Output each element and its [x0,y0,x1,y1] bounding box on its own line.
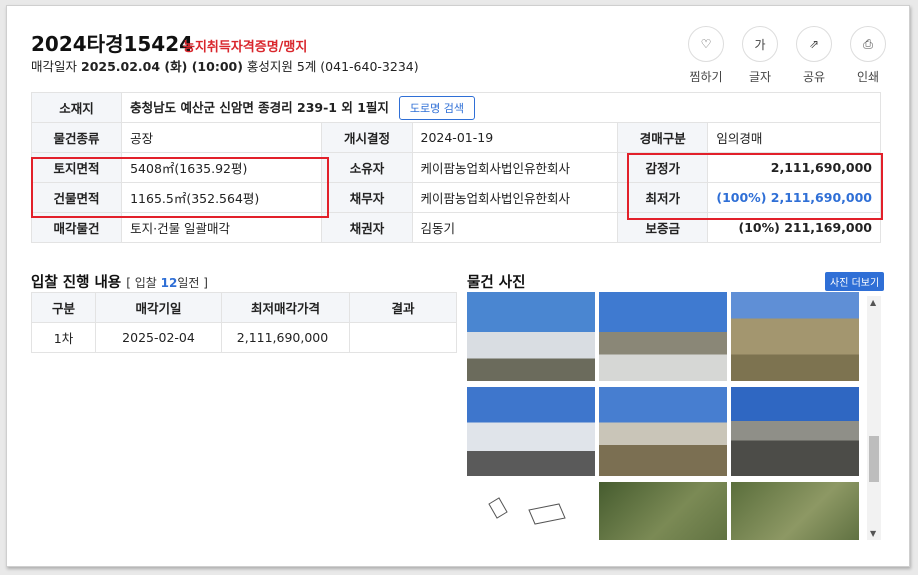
creditor-value: 김동기 [411,212,619,243]
sale-date: 2025.02.04 (화) (10:00) [81,59,243,74]
min-price-cell: 2,111,690,000 [221,322,350,353]
scrollbar-thumb[interactable] [869,436,879,482]
print-label: 인쇄 [856,70,880,84]
bidding-days: [ 입찰 12일전 ] [126,276,208,290]
owner-label: 소유자 [321,152,413,183]
table-row: 소재지 충청남도 예산군 신암면 종경리 239-1 외 1필지 도로명 검색 [30,92,881,123]
col-sale-date: 매각기일 [95,292,222,323]
open-date-value: 2024-01-19 [411,122,619,153]
court-info: 홍성지원 5계 (041-640-3234) [246,59,419,74]
heart-icon: ♡ [688,26,724,62]
location-cell: 충청남도 예산군 신암면 종경리 239-1 외 1필지 도로명 검색 [121,92,881,123]
font-size-icon: 가 [742,26,778,62]
location-label: 소재지 [30,92,123,123]
photo-thumbnail[interactable] [731,387,859,476]
photo-gallery [465,292,881,540]
scroll-up-icon[interactable]: ▲ [870,298,876,307]
property-type-label: 물건종류 [30,122,123,153]
listing-card: 2024타경15424 농지취득자격증명/맹지 매각일자 2025.02.04 … [6,5,910,567]
sale-info: 매각일자 2025.02.04 (화) (10:00) 홍성지원 5계 (041… [31,56,419,75]
open-date-label: 개시결정 [321,122,413,153]
round-cell: 1차 [31,322,96,353]
favorite-label: 찜하기 [689,70,723,84]
photo-thumbnail[interactable] [467,387,595,476]
print-icon: ⎙ [850,26,886,62]
action-bar: ♡ 찜하기 가글자 ⇗ 공유 ⎙ 인쇄 [687,26,887,85]
debtor-value: 케이팜농업회사법인유한회사 [411,182,619,213]
font-size-label: 글자 [748,70,772,84]
photos-title: 물건 사진 [467,275,526,291]
table-header-row: 구분 매각기일 최저매각가격 결과 [31,292,457,323]
highlight-area-box [31,157,329,218]
photo-thumbnail[interactable] [731,292,859,381]
scroll-down-icon[interactable]: ▼ [870,529,876,538]
col-result: 결과 [349,292,457,323]
bidding-section-title: 입찰 진행 내용 [ 입찰 12일전 ] [31,271,208,292]
creditor-label: 채권자 [321,212,413,243]
photo-thumbnail[interactable] [731,482,859,540]
property-type-value: 공장 [121,122,323,153]
col-round: 구분 [31,292,96,323]
bidding-table: 구분 매각기일 최저매각가격 결과 1차 2025-02-04 2,111,69… [31,292,457,353]
font-size-button[interactable]: 가글자 [741,26,779,85]
site-plan-drawing [488,497,566,525]
table-row: 1차 2025-02-04 2,111,690,000 [31,322,457,353]
favorite-button[interactable]: ♡ 찜하기 [687,26,725,85]
days-suffix: 일전 ] [177,276,208,290]
sale-label: 매각일자 [31,59,78,74]
days-count: 12 [160,276,178,290]
photo-thumbnail[interactable] [467,482,595,540]
days-prefix: [ 입찰 [126,276,157,290]
sale-date-cell: 2025-02-04 [95,322,222,353]
table-row: 물건종류 공장 개시결정 2024-01-19 경매구분 임의경매 [30,122,881,153]
share-button[interactable]: ⇗ 공유 [795,26,833,85]
bidding-title: 입찰 진행 내용 [31,275,122,291]
col-min-price: 최저매각가격 [221,292,350,323]
gallery-scrollbar[interactable]: ▲ ▼ [867,296,881,540]
auction-type-value: 임의경매 [707,122,881,153]
photo-thumbnail[interactable] [599,292,727,381]
photo-thumbnail[interactable] [599,387,727,476]
highlight-price-box [627,153,883,220]
location-value: 충청남도 예산군 신암면 종경리 239-1 외 1필지 [130,99,389,115]
auction-type-label: 경매구분 [617,122,709,153]
photo-thumbnail[interactable] [599,482,727,540]
result-cell [349,322,457,353]
condition-tag: 농지취득자격증명/맹지 [183,40,308,55]
print-button[interactable]: ⎙ 인쇄 [849,26,887,85]
photo-thumbnail[interactable] [467,292,595,381]
debtor-label: 채무자 [321,182,413,213]
case-number: 2024타경15424 [31,32,194,56]
share-label: 공유 [802,70,826,84]
road-address-search-button[interactable]: 도로명 검색 [398,95,476,120]
more-photos-button[interactable]: 사진 더보기 [825,272,885,291]
owner-value: 케이팜농업회사법인유한회사 [411,152,619,183]
share-icon: ⇗ [796,26,832,62]
